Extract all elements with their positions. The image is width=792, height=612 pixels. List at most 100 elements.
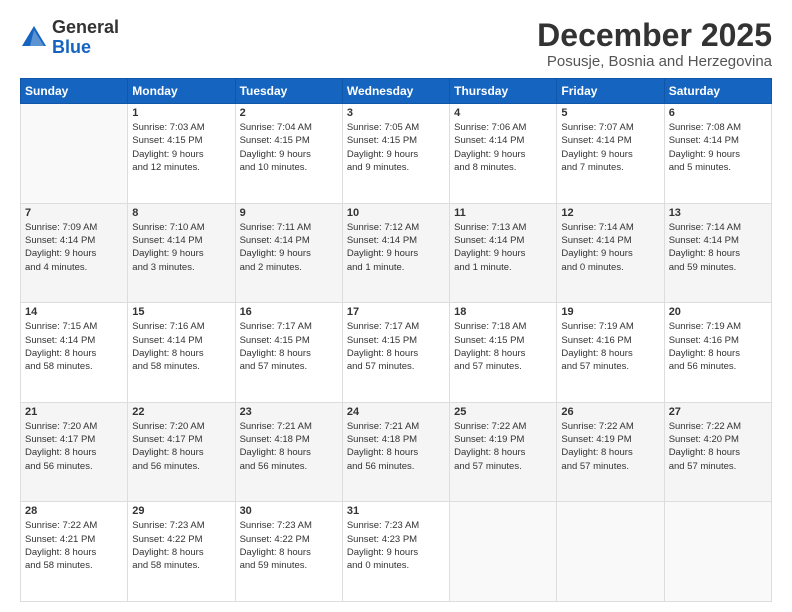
day-info: Sunrise: 7:23 AM Sunset: 4:23 PM Dayligh… <box>347 519 445 572</box>
day-number: 28 <box>25 505 123 517</box>
calendar-cell: 15Sunrise: 7:16 AM Sunset: 4:14 PM Dayli… <box>128 303 235 403</box>
day-info: Sunrise: 7:07 AM Sunset: 4:14 PM Dayligh… <box>561 121 659 174</box>
day-number: 27 <box>669 406 767 418</box>
day-number: 31 <box>347 505 445 517</box>
weekday-header-thursday: Thursday <box>450 79 557 104</box>
calendar-cell: 31 Sunrise: 7:23 AM Sunset: 4:23 PM Dayli… <box>342 502 449 602</box>
day-info: Sunrise: 7:14 AM Sunset: 4:14 PM Dayligh… <box>669 221 767 274</box>
calendar-cell: 10 Sunrise: 7:12 AM Sunset: 4:14 PM Dayli… <box>342 203 449 303</box>
day-number: 7 <box>25 207 123 219</box>
calendar-cell: 19 Sunrise: 7:19 AM Sunset: 4:16 PM Dayli… <box>557 303 664 403</box>
page: General Blue December 2025 Posusje, Bosn… <box>0 0 792 612</box>
day-number: 9 <box>240 207 338 219</box>
calendar-cell: 24 Sunrise: 7:21 AM Sunset: 4:18 PM Dayli… <box>342 402 449 502</box>
day-number: 23 <box>240 406 338 418</box>
day-number: 17 <box>347 306 445 318</box>
day-number: 24 <box>347 406 445 418</box>
calendar-cell: 2 Sunrise: 7:04 AM Sunset: 4:15 PM Daylig… <box>235 104 342 204</box>
calendar-cell: 26 Sunrise: 7:22 AM Sunset: 4:19 PM Dayli… <box>557 402 664 502</box>
calendar-week-row: 7 Sunrise: 7:09 AM Sunset: 4:14 PM Daylig… <box>21 203 772 303</box>
month-year: December 2025 <box>537 18 772 53</box>
day-number: 1 <box>132 107 230 119</box>
day-number: 8 <box>132 207 230 219</box>
calendar-week-row: 14 Sunrise: 7:15 AM Sunset: 4:14 PM Dayli… <box>21 303 772 403</box>
calendar-cell: 20Sunrise: 7:19 AM Sunset: 4:16 PM Dayli… <box>664 303 771 403</box>
day-number: 19 <box>561 306 659 318</box>
day-info: Sunrise: 7:04 AM Sunset: 4:15 PM Dayligh… <box>240 121 338 174</box>
day-number: 18 <box>454 306 552 318</box>
day-info: Sunrise: 7:03 AM Sunset: 4:15 PM Dayligh… <box>132 121 230 174</box>
day-info: Sunrise: 7:23 AM Sunset: 4:22 PM Dayligh… <box>240 519 338 572</box>
day-number: 13 <box>669 207 767 219</box>
day-info: Sunrise: 7:22 AM Sunset: 4:21 PM Dayligh… <box>25 519 123 572</box>
day-info: Sunrise: 7:23 AM Sunset: 4:22 PM Dayligh… <box>132 519 230 572</box>
calendar-cell: 12 Sunrise: 7:14 AM Sunset: 4:14 PM Dayli… <box>557 203 664 303</box>
day-number: 22 <box>132 406 230 418</box>
calendar-cell: 25 Sunrise: 7:22 AM Sunset: 4:19 PM Dayli… <box>450 402 557 502</box>
day-info: Sunrise: 7:09 AM Sunset: 4:14 PM Dayligh… <box>25 221 123 274</box>
day-info: Sunrise: 7:08 AM Sunset: 4:14 PM Dayligh… <box>669 121 767 174</box>
calendar-cell: 5 Sunrise: 7:07 AM Sunset: 4:14 PM Daylig… <box>557 104 664 204</box>
day-number: 12 <box>561 207 659 219</box>
calendar-cell: 6 Sunrise: 7:08 AM Sunset: 4:14 PM Daylig… <box>664 104 771 204</box>
day-number: 25 <box>454 406 552 418</box>
calendar-week-row: 28 Sunrise: 7:22 AM Sunset: 4:21 PM Dayli… <box>21 502 772 602</box>
logo-text: General Blue <box>52 18 119 58</box>
day-info: Sunrise: 7:05 AM Sunset: 4:15 PM Dayligh… <box>347 121 445 174</box>
day-number: 14 <box>25 306 123 318</box>
calendar-cell <box>21 104 128 204</box>
day-info: Sunrise: 7:19 AM Sunset: 4:16 PM Dayligh… <box>669 320 767 373</box>
calendar-cell: 1 Sunrise: 7:03 AM Sunset: 4:15 PM Daylig… <box>128 104 235 204</box>
calendar-cell: 11 Sunrise: 7:13 AM Sunset: 4:14 PM Dayli… <box>450 203 557 303</box>
day-number: 5 <box>561 107 659 119</box>
day-info: Sunrise: 7:22 AM Sunset: 4:19 PM Dayligh… <box>561 420 659 473</box>
day-number: 21 <box>25 406 123 418</box>
day-info: Sunrise: 7:18 AM Sunset: 4:15 PM Dayligh… <box>454 320 552 373</box>
calendar-cell: 9 Sunrise: 7:11 AM Sunset: 4:14 PM Daylig… <box>235 203 342 303</box>
calendar-cell: 8 Sunrise: 7:10 AM Sunset: 4:14 PM Daylig… <box>128 203 235 303</box>
day-info: Sunrise: 7:20 AM Sunset: 4:17 PM Dayligh… <box>25 420 123 473</box>
day-info: Sunrise: 7:17 AM Sunset: 4:15 PM Dayligh… <box>347 320 445 373</box>
day-number: 4 <box>454 107 552 119</box>
day-info: Sunrise: 7:15 AM Sunset: 4:14 PM Dayligh… <box>25 320 123 373</box>
title-block: December 2025 Posusje, Bosnia and Herzeg… <box>537 18 772 70</box>
weekday-header-wednesday: Wednesday <box>342 79 449 104</box>
calendar-week-row: 1 Sunrise: 7:03 AM Sunset: 4:15 PM Daylig… <box>21 104 772 204</box>
day-info: Sunrise: 7:22 AM Sunset: 4:19 PM Dayligh… <box>454 420 552 473</box>
calendar-cell <box>664 502 771 602</box>
day-number: 30 <box>240 505 338 517</box>
calendar-cell: 23Sunrise: 7:21 AM Sunset: 4:18 PM Dayli… <box>235 402 342 502</box>
weekday-header-saturday: Saturday <box>664 79 771 104</box>
location: Posusje, Bosnia and Herzegovina <box>537 53 772 70</box>
day-number: 29 <box>132 505 230 517</box>
day-info: Sunrise: 7:19 AM Sunset: 4:16 PM Dayligh… <box>561 320 659 373</box>
day-info: Sunrise: 7:14 AM Sunset: 4:14 PM Dayligh… <box>561 221 659 274</box>
day-info: Sunrise: 7:21 AM Sunset: 4:18 PM Dayligh… <box>347 420 445 473</box>
calendar-week-row: 21 Sunrise: 7:20 AM Sunset: 4:17 PM Dayli… <box>21 402 772 502</box>
logo: General Blue <box>20 18 119 58</box>
day-info: Sunrise: 7:11 AM Sunset: 4:14 PM Dayligh… <box>240 221 338 274</box>
calendar-cell: 17 Sunrise: 7:17 AM Sunset: 4:15 PM Dayli… <box>342 303 449 403</box>
day-info: Sunrise: 7:22 AM Sunset: 4:20 PM Dayligh… <box>669 420 767 473</box>
weekday-header-sunday: Sunday <box>21 79 128 104</box>
calendar-cell: 4Sunrise: 7:06 AM Sunset: 4:14 PM Daylig… <box>450 104 557 204</box>
day-info: Sunrise: 7:12 AM Sunset: 4:14 PM Dayligh… <box>347 221 445 274</box>
calendar-cell <box>450 502 557 602</box>
day-number: 15 <box>132 306 230 318</box>
day-info: Sunrise: 7:10 AM Sunset: 4:14 PM Dayligh… <box>132 221 230 274</box>
logo-general: General <box>52 17 119 37</box>
day-number: 11 <box>454 207 552 219</box>
day-number: 10 <box>347 207 445 219</box>
day-info: Sunrise: 7:17 AM Sunset: 4:15 PM Dayligh… <box>240 320 338 373</box>
calendar-cell: 7 Sunrise: 7:09 AM Sunset: 4:14 PM Daylig… <box>21 203 128 303</box>
calendar-cell: 30 Sunrise: 7:23 AM Sunset: 4:22 PM Dayli… <box>235 502 342 602</box>
day-number: 26 <box>561 406 659 418</box>
day-number: 3 <box>347 107 445 119</box>
calendar-cell <box>557 502 664 602</box>
calendar-cell: 29 Sunrise: 7:23 AM Sunset: 4:22 PM Dayli… <box>128 502 235 602</box>
day-number: 2 <box>240 107 338 119</box>
calendar-cell: 21 Sunrise: 7:20 AM Sunset: 4:17 PM Dayli… <box>21 402 128 502</box>
day-info: Sunrise: 7:13 AM Sunset: 4:14 PM Dayligh… <box>454 221 552 274</box>
weekday-header-monday: Monday <box>128 79 235 104</box>
day-number: 6 <box>669 107 767 119</box>
